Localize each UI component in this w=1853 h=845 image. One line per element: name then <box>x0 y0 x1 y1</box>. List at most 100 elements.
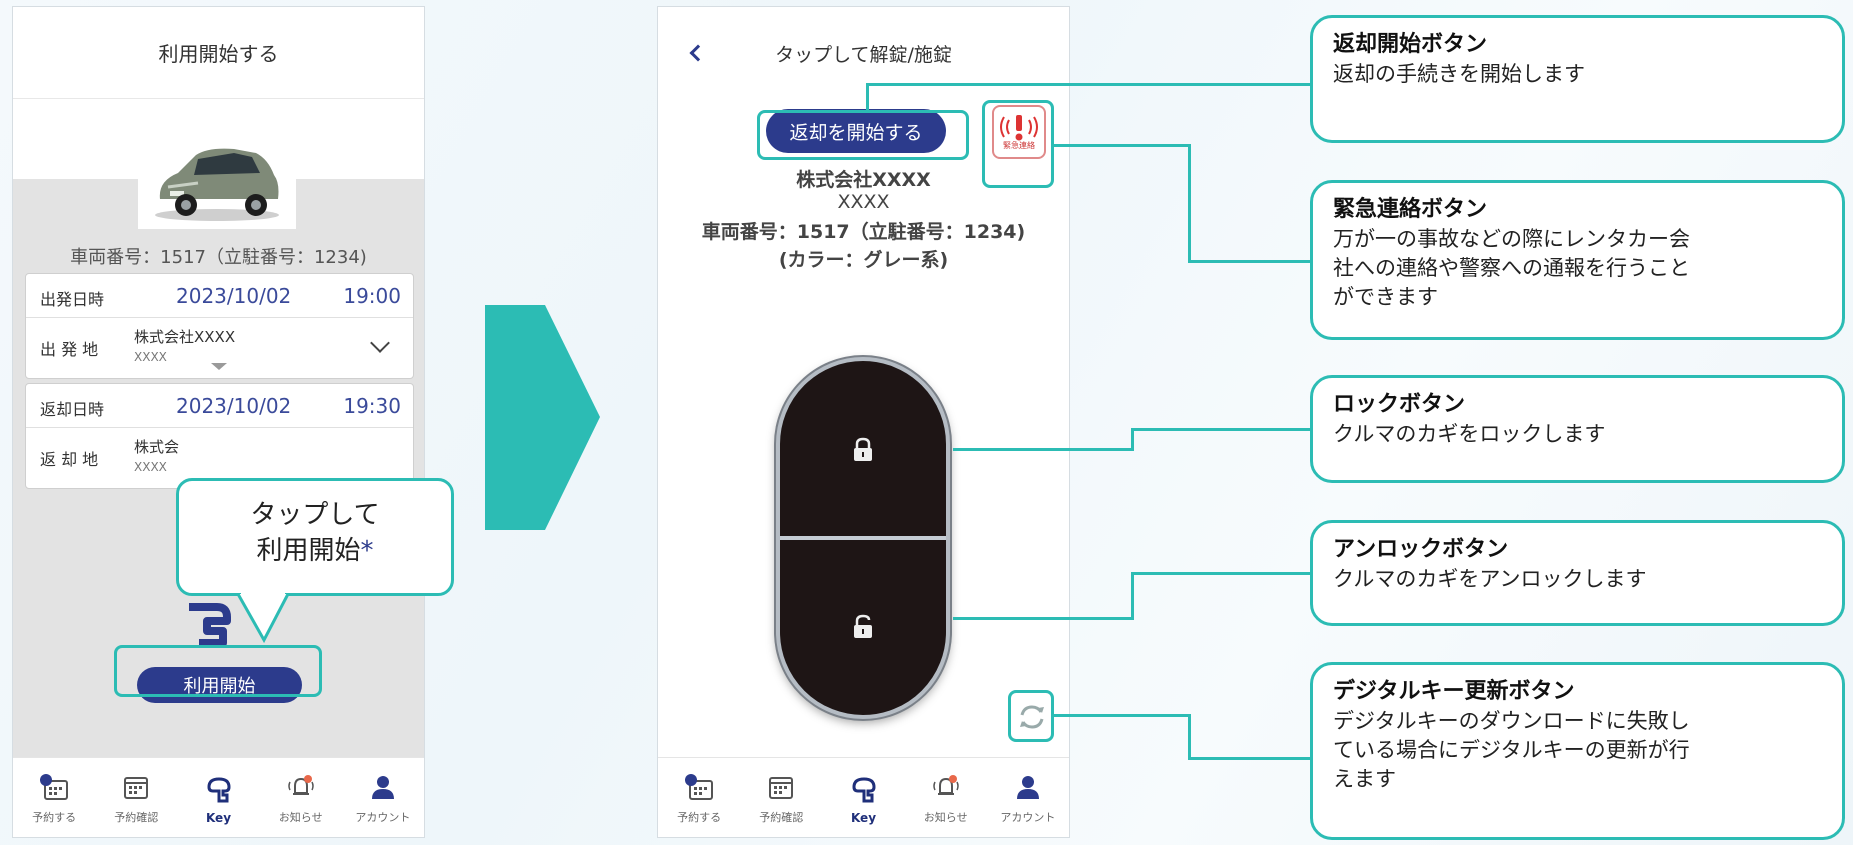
tab-reservation-check[interactable]: 予約確認 <box>95 758 177 837</box>
desc-refresh-button: デジタルキー更新ボタン デジタルキーのダウンロードに失敗し ている場合にデジタル… <box>1310 662 1845 840</box>
connector-line <box>1131 572 1134 620</box>
desc-title: アンロックボタン <box>1333 537 1509 562</box>
tab-reservation-check-label: 予約確認 <box>114 811 159 824</box>
return-place-sub: XXXX <box>134 460 167 474</box>
tab-reservation-check-label: 予約確認 <box>759 811 804 824</box>
connector-line <box>1054 144 1190 147</box>
desc-title: ロックボタン <box>1333 392 1466 417</box>
tab-reserve[interactable]: 予約する <box>658 758 740 837</box>
calendar-clock-icon <box>685 774 714 800</box>
desc-emergency-button: 緊急連絡ボタン 万が一の事故などの際にレンタカー会 社への連絡や警察への通報を行… <box>1310 180 1845 340</box>
tab-key-label: Key <box>850 811 877 825</box>
tab-notice[interactable]: お知らせ <box>905 758 987 837</box>
return-button-highlight <box>757 110 969 160</box>
return-place: 株式会 <box>134 438 180 456</box>
return-datetime-label: 返却日時 <box>40 400 105 419</box>
return-place-label: 返 却 地 <box>40 450 99 469</box>
bubble-line2: 利用開始 <box>256 536 361 567</box>
start-button-highlight <box>114 645 322 697</box>
key-icon <box>851 777 876 803</box>
lock-icon <box>854 437 872 461</box>
tab-bar-key: 予約する 予約確認 Key お知らせ アカウント <box>658 757 1069 837</box>
refresh-highlight <box>1008 690 1054 742</box>
tab-reserve[interactable]: 予約する <box>13 758 95 837</box>
connector-line <box>1131 428 1134 451</box>
chevron-down-icon[interactable] <box>370 333 390 353</box>
departure-time: 19:00 <box>343 284 401 308</box>
calendar-clock-icon <box>40 774 69 800</box>
tap-to-start-bubble: タップして 利用開始* <box>176 478 454 596</box>
tab-bar: 予約する 予約確認 Key お知らせ アカウント <box>13 757 424 837</box>
departure-datetime-label: 出発日時 <box>40 290 105 309</box>
desc-text: ている場合にデジタルキーの更新が行 <box>1333 738 1690 763</box>
desc-lock-button: ロックボタン クルマのカギをロックします <box>1310 375 1845 483</box>
desc-text: 返却の手続きを開始します <box>1333 61 1585 86</box>
desc-text: クルマのカギをロックします <box>1333 421 1606 446</box>
connector-line <box>1188 144 1191 262</box>
unlock-button[interactable] <box>780 538 946 715</box>
bubble-tail <box>236 590 290 644</box>
departure-place-sub: XXXX <box>134 350 167 364</box>
return-time: 19:30 <box>343 394 401 418</box>
desc-title: デジタルキー更新ボタン <box>1333 679 1575 704</box>
connector-line <box>1054 714 1190 717</box>
lock-button[interactable] <box>780 361 946 538</box>
tab-key-label: Key <box>205 811 232 825</box>
key-icon <box>206 777 231 803</box>
connector-line <box>1188 260 1310 263</box>
desc-unlock-button: アンロックボタン クルマのカギをアンロックします <box>1310 520 1845 626</box>
connector-line <box>953 617 1133 620</box>
desc-text: 万が一の事故などの際にレンタカー会 <box>1333 226 1690 251</box>
tab-key[interactable]: Key <box>822 758 904 837</box>
calendar-icon <box>124 777 149 799</box>
key-title: タップして解錠/施錠 <box>775 43 952 66</box>
desc-text: 社への連絡や警察への通報を行うこと <box>1333 256 1690 281</box>
bell-icon <box>287 775 314 795</box>
digital-key <box>776 357 950 719</box>
connector-line <box>1131 428 1310 431</box>
connector-line <box>953 448 1133 451</box>
tab-reserve-label: 予約する <box>32 811 77 824</box>
departure-date: 2023/10/02 <box>176 284 292 308</box>
tab-account[interactable]: アカウント <box>342 758 424 837</box>
bubble-mark: * <box>360 536 374 567</box>
return-date: 2023/10/02 <box>176 394 292 418</box>
bell-icon <box>932 775 959 795</box>
tab-notice[interactable]: お知らせ <box>260 758 342 837</box>
desc-title: 緊急連絡ボタン <box>1333 197 1488 222</box>
vehicle-number-key: 車両番号：1517（立駐番号：1234) <box>701 221 1026 243</box>
return-card: 返却日時 2023/10/02 19:30 返 却 地 株式会 XXXX <box>25 383 414 489</box>
car-image <box>138 129 296 229</box>
tab-reservation-check[interactable]: 予約確認 <box>740 758 822 837</box>
arrow-right-icon <box>485 305 600 530</box>
user-icon <box>1016 776 1039 799</box>
connector-line <box>866 83 869 111</box>
tab-account[interactable]: アカウント <box>987 758 1069 837</box>
tab-account-label: アカウント <box>1000 811 1056 824</box>
tab-notice-label: お知らせ <box>278 811 323 824</box>
tab-reserve-label: 予約する <box>677 811 722 824</box>
emergency-highlight <box>982 100 1054 188</box>
triangle-down-icon <box>211 363 227 370</box>
vehicle-number: 車両番号：1517（立駐番号：1234) <box>70 247 367 268</box>
bubble-line1: タップして <box>250 500 380 530</box>
calendar-icon <box>769 777 794 799</box>
connector-line <box>1131 572 1310 575</box>
connector-line <box>1188 714 1191 759</box>
user-icon <box>371 776 394 799</box>
phone-screen-start: 利用開始する 車両番号：1517（立駐番号：1234) 出発日時 2023/10… <box>12 6 425 838</box>
desc-text: デジタルキーのダウンロードに失敗し <box>1333 708 1690 733</box>
desc-text: ができます <box>1333 285 1438 310</box>
unlock-icon <box>854 614 872 638</box>
vehicle-color: (カラー：グレー系) <box>778 249 949 271</box>
departure-place: 株式会社XXXX <box>134 328 236 346</box>
page-title: 利用開始する <box>13 7 424 99</box>
tab-key[interactable]: Key <box>177 758 259 837</box>
tab-notice-label: お知らせ <box>923 811 968 824</box>
connector-line <box>1188 757 1310 760</box>
desc-text: クルマのカギをアンロックします <box>1333 566 1647 591</box>
back-arrow-icon[interactable] <box>689 44 707 62</box>
desc-text: えます <box>1333 767 1396 792</box>
tab-account-label: アカウント <box>355 811 411 824</box>
connector-line <box>866 83 1310 86</box>
